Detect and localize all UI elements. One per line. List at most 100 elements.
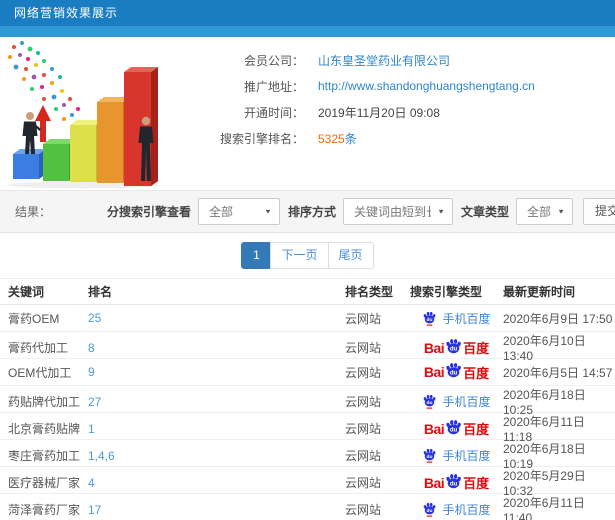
rank-type-cell: 云网站 [345,311,382,326]
sort-order-label: 排序方式 [287,205,336,219]
mobile-baidu-paw-icon: du [424,311,436,326]
page-1-button[interactable]: 1 [241,242,272,269]
rank-cell: 8 [88,341,345,355]
rank-type-cell: 云网站 [345,422,382,436]
updated-cell: 2020年6月9日 17:50 [503,311,613,326]
sort-order-select[interactable]: 关键词由短到长排序 ▼ [342,198,453,225]
rank-link[interactable]: 4 [88,476,95,490]
info-row-url: 推广地址： http://www.shandonghuangshengtang.… [186,73,615,99]
mobile-baidu-logo: du 手机百度 [422,501,491,518]
pagination-wrap: 1 下一页 尾页 [0,233,615,278]
engine-cell: Bai du 百度 [410,338,503,357]
mobile-baidu-paw-icon: du [424,394,436,409]
keyword-ranking-table: 关键词 排名 排名类型 搜索引擎类型 最新更新时间 膏药OEM 25 云网站 B… [0,278,615,520]
page-title: 网络营销效果展示 [14,6,119,20]
header-rank-type: 排名类型 [345,285,394,299]
chevron-down-icon: ▼ [557,207,565,216]
company-label: 会员公司： [243,53,304,68]
rank-type-cell: 云网站 [345,476,382,490]
svg-text:du: du [427,454,433,460]
open-time-value: 2019年11月20日 09:08 [318,105,440,120]
rank-link[interactable]: 9 [88,365,95,379]
header-strip [0,26,615,37]
svg-text:du: du [427,508,433,514]
table-row: 药贴牌代加工 27 云网站 Bai du 百度 [0,386,615,417]
info-section: 会员公司： 山东皇圣堂药业有限公司 推广地址： http://www.shand… [0,37,615,190]
marketing-bar-chart-illustration [0,37,186,190]
promotion-url-link[interactable]: http://www.shandonghuangshengtang.cn [318,79,535,93]
table-row: 膏药代加工 8 云网站 Bai du 百度 2020年6月10日 13:40 [0,332,615,363]
ranking-count-suffix: 条 [344,131,357,146]
rank-cell: 27 [88,395,345,409]
engine-filter-select[interactable]: 全部 ▼ [197,198,280,225]
engine-cell: Bai du 百度 [410,393,503,410]
header-rank: 排名 [88,285,113,299]
baidu-paw-icon: du [446,473,461,488]
baidu-paw-icon: du [446,338,461,353]
result-label: 结果： [15,205,52,219]
engine-cell: Bai du 百度 [410,447,503,464]
article-type-select[interactable]: 全部 ▼ [516,198,573,225]
svg-text:du: du [427,400,433,406]
keyword-cell: 枣庄膏药加工 [8,449,81,463]
svg-text:du: du [450,370,458,376]
page: 网络营销效果展示 会员公司： 山东皇圣堂药业有限公司 推广地址： http://… [0,0,615,520]
chevron-down-icon: ▼ [264,207,272,216]
rank-cell: 4 [88,476,345,490]
baidu-logo: Bai du 百度 [423,363,490,381]
pagination: 1 下一页 尾页 [241,242,374,269]
rank-cell: 17 [88,503,345,517]
mobile-baidu-logo: du 手机百度 [422,393,491,410]
company-name-link[interactable]: 山东皇圣堂药业有限公司 [318,52,450,69]
table-body: 膏药OEM 25 云网站 Bai du 百度 [0,305,615,520]
header-updated: 最新更新时间 [503,285,576,299]
table-row: 菏泽膏药厂家 17 云网站 Bai du 百度 [0,494,615,520]
svg-text:du: du [450,427,458,433]
rank-link[interactable]: 8 [88,341,95,355]
open-time-label: 开通时间： [243,105,304,120]
rank-link[interactable]: 1,4,6 [88,449,115,463]
bar-chart-growth-image [8,41,160,189]
table-row: 膏药OEM 25 云网站 Bai du 百度 [0,305,615,332]
filter-bar: 结果： 分搜索引擎查看 全部 ▼ 排序方式 关键词由短到长排序 ▼ 文章类型 全… [0,190,615,233]
header-engine-type: 搜索引擎类型 [410,285,483,299]
next-page-button[interactable]: 下一页 [270,242,329,269]
rank-cell: 9 [88,365,345,379]
rank-link[interactable]: 27 [88,395,101,409]
table-row: 北京膏药贴牌 1 云网站 Bai du 百度 2020年6月11日 11:18 [0,413,615,444]
table-row: 枣庄膏药加工 1,4,6 云网站 Bai du 百度 [0,440,615,471]
baidu-logo: Bai du 百度 [423,473,490,491]
updated-cell: 2020年6月10日 13:40 [503,334,586,363]
submit-button[interactable]: 提交 [583,198,615,225]
keyword-cell: 医疗器械厂家 [8,476,81,490]
filter-controls: 分搜索引擎查看 全部 ▼ 排序方式 关键词由短到长排序 ▼ 文章类型 全部 ▼ … [99,198,615,225]
ranking-count-label: 搜索引擎排名： [219,131,304,146]
mobile-baidu-logo: du 手机百度 [422,447,491,464]
info-row-ranking-count: 搜索引擎排名： 5325条 [186,125,615,151]
engine-cell: Bai du 百度 [410,501,503,518]
rank-link[interactable]: 17 [88,503,101,517]
info-row-company: 会员公司： 山东皇圣堂药业有限公司 [186,47,615,73]
keyword-cell: 膏药代加工 [8,341,69,355]
rank-link[interactable]: 1 [88,422,95,436]
rank-link[interactable]: 25 [88,311,101,325]
chevron-down-icon: ▼ [437,207,445,216]
rank-cell: 25 [88,311,345,325]
baidu-logo: Bai du 百度 [423,338,490,356]
updated-cell: 2020年6月11日 11:40 [503,496,585,520]
ranking-count-number: 5325 [318,131,345,146]
svg-text:du: du [450,346,458,352]
last-page-button[interactable]: 尾页 [327,242,374,269]
rank-cell: 1,4,6 [88,449,345,463]
rank-type-cell: 云网站 [345,449,382,463]
company-info: 会员公司： 山东皇圣堂药业有限公司 推广地址： http://www.shand… [186,37,615,190]
rank-type-cell: 云网站 [345,365,382,380]
keyword-cell: 菏泽膏药厂家 [8,503,81,517]
header-keyword: 关键词 [8,285,45,299]
keyword-cell: OEM代加工 [8,365,72,380]
mobile-baidu-logo: du 手机百度 [422,310,491,327]
table-header-row: 关键词 排名 排名类型 搜索引擎类型 最新更新时间 [0,278,615,305]
engine-cell: Bai du 百度 [410,419,503,438]
svg-text:du: du [450,481,458,487]
table-row: OEM代加工 9 云网站 Bai du 百度 2020年6月5日 14:57 [0,359,615,386]
